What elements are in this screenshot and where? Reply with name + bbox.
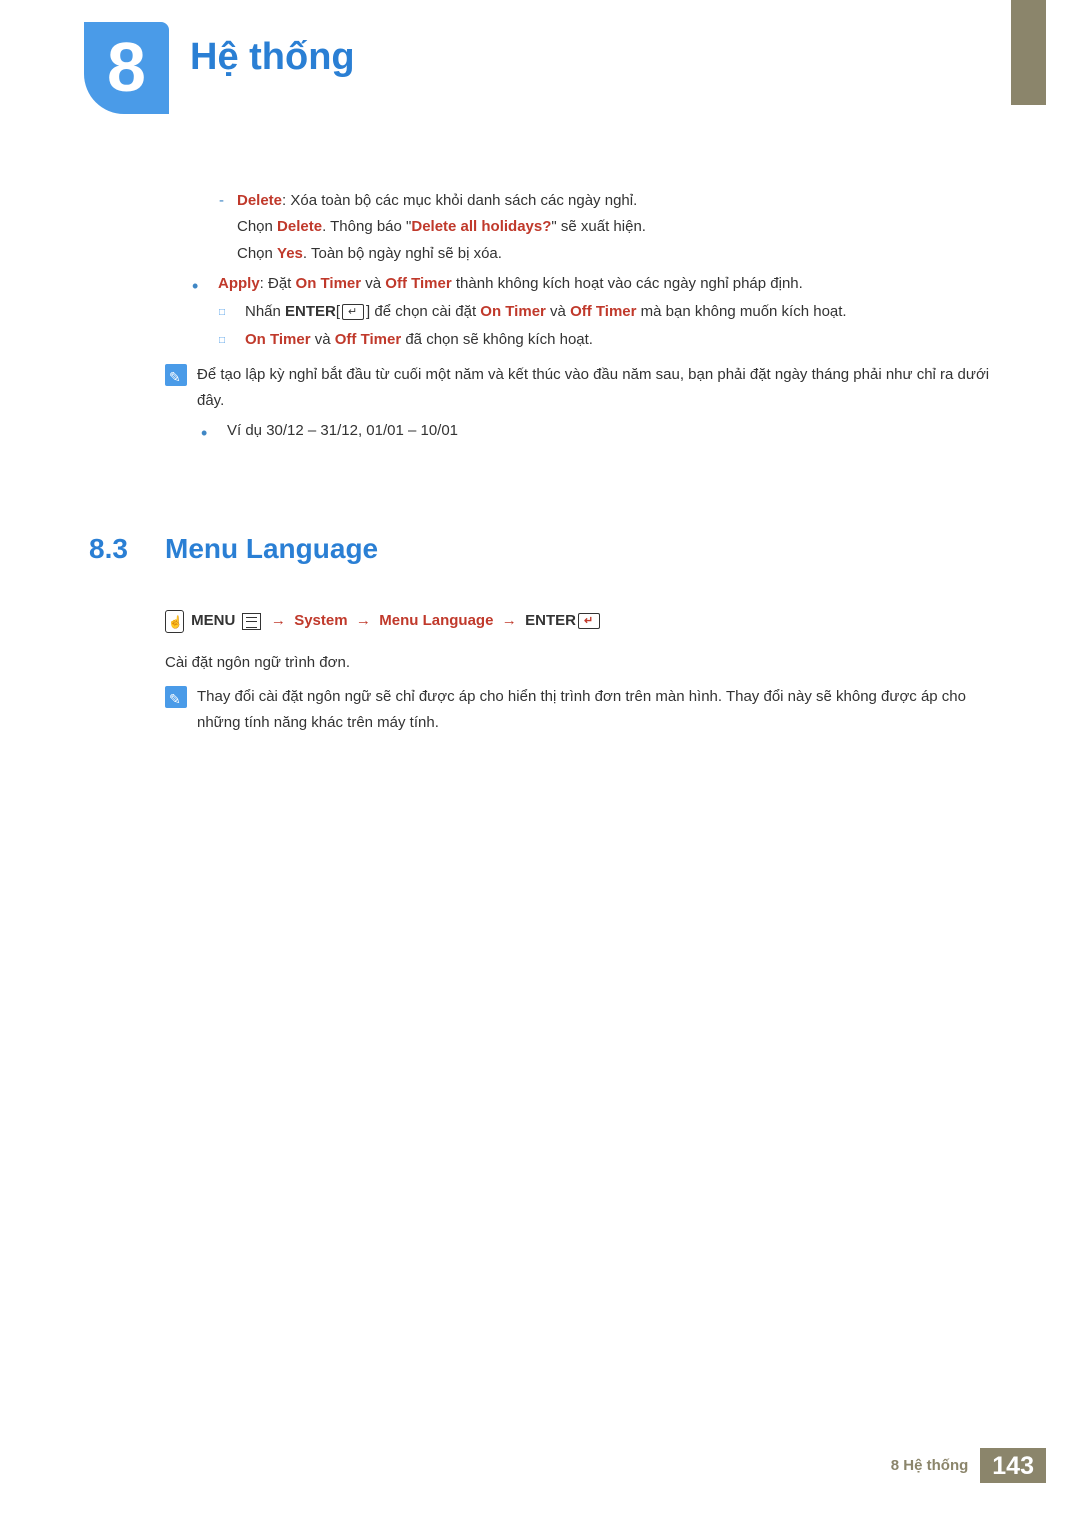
chapter-number: 8 <box>84 22 169 112</box>
footer: 8 Hệ thống 143 <box>891 1448 1046 1483</box>
top-right-bar <box>1011 0 1046 105</box>
nav-path: MENU → System → Menu Language → ENTER <box>165 608 990 634</box>
section-header: 8.3 Menu Language <box>89 524 990 573</box>
enter-icon <box>578 613 600 629</box>
chosen-subitem: On Timer và Off Timer đã chọn sẽ không k… <box>245 327 990 353</box>
note-icon <box>165 686 187 708</box>
note-text-1: Để tạo lập kỳ nghỉ bắt đầu từ cuối một n… <box>197 362 990 445</box>
chapter-badge: 8 <box>84 22 169 114</box>
section-paragraph: Cài đặt ngôn ngữ trình đơn. <box>165 650 990 676</box>
section-title: Menu Language <box>165 524 378 573</box>
enter-icon <box>342 304 364 320</box>
enter-subitem: Nhấn ENTER[] để chọn cài đặt On Timer và… <box>245 299 990 325</box>
section-number: 8.3 <box>89 524 165 573</box>
menu-icon <box>242 613 261 630</box>
apply-item: Apply: Đặt On Timer và Off Timer thành k… <box>218 271 990 297</box>
content-area: Delete: Xóa toàn bộ các mục khỏi danh sá… <box>165 188 990 736</box>
note-example: Ví dụ 30/12 – 31/12, 01/01 – 10/01 <box>227 418 990 444</box>
note-block-1: Để tạo lập kỳ nghỉ bắt đầu từ cuối một n… <box>165 364 990 445</box>
delete-item: Delete: Xóa toàn bộ các mục khỏi danh sá… <box>237 188 990 214</box>
note-block-2: Thay đổi cài đặt ngôn ngữ sẽ chỉ được áp… <box>165 686 990 737</box>
note-icon <box>165 364 187 386</box>
delete-line3: Chọn Yes. Toàn bộ ngày nghỉ sẽ bị xóa. <box>237 241 990 267</box>
footer-label: 8 Hệ thống <box>891 1457 981 1474</box>
hand-icon <box>165 610 184 633</box>
delete-desc: : Xóa toàn bộ các mục khỏi danh sách các… <box>282 192 637 209</box>
delete-label: Delete <box>237 192 282 209</box>
delete-line2: Chọn Delete. Thông báo "Delete all holid… <box>237 214 990 240</box>
chapter-title: Hệ thống <box>190 36 355 79</box>
note-text-2: Thay đổi cài đặt ngôn ngữ sẽ chỉ được áp… <box>197 684 990 737</box>
footer-page-number: 143 <box>980 1448 1046 1483</box>
